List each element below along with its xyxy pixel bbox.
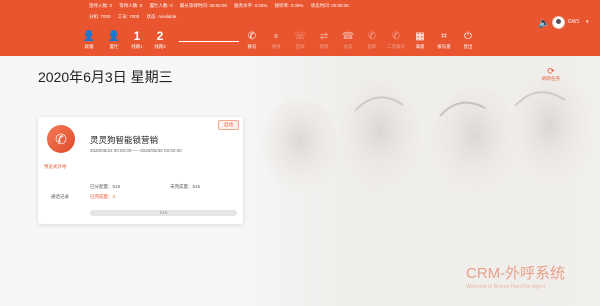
- agent-stats-row: 分机: 7000 工号: 7000 状态: Available: [89, 14, 182, 20]
- hangup-icon: ✆: [367, 31, 377, 42]
- campaign-card[interactable]: ✆ 预览式外呼 启动 灵灵狗智能锁营销 2020/05/22 00:00:00—…: [38, 117, 243, 224]
- user-busy-icon: 👤: [107, 31, 121, 42]
- campaign-type-label: 预览式外呼: [44, 164, 67, 169]
- page-title: 2020年6月3日 星期三: [38, 69, 173, 85]
- consult-icon: ☏: [293, 31, 307, 42]
- conference-icon: ☎: [341, 31, 355, 42]
- progress-bar: 515: [90, 210, 237, 216]
- stat-item: 服务水平: 0.00%: [234, 3, 268, 8]
- agent-id-stat: 工号: 7000: [117, 14, 140, 19]
- line-1-button[interactable]: 1 线路1: [126, 30, 148, 50]
- queue-stats-row: 签呼入数: 0 等待人数: 0 置忙人数: 0 最长等待时间: 00:00:00…: [89, 3, 355, 9]
- busy-button[interactable]: 👤 置忙: [103, 30, 125, 50]
- secondary-dial-icon: ✆: [391, 31, 401, 42]
- chevron-down-icon[interactable]: ▾: [586, 19, 589, 25]
- conference-button[interactable]: ☎ 会议: [337, 30, 359, 50]
- unfinished-count: 未完成量：515: [170, 184, 201, 189]
- line-2-button[interactable]: 2 线路2: [149, 30, 171, 50]
- assigned-count: 已分配量：519: [90, 184, 121, 189]
- call-log-link[interactable]: 通话记录: [51, 194, 69, 200]
- logout-button[interactable]: ⏻ 登出: [457, 30, 479, 50]
- consult-button[interactable]: ☏ 咨询: [289, 30, 311, 50]
- extension-stat: 分机: 7000: [89, 14, 111, 19]
- line-1-icon: 1: [133, 29, 141, 43]
- hold-icon: ⏸: [273, 31, 279, 42]
- stat-item: 签呼入数: 0: [89, 3, 113, 8]
- campaign-title: 灵灵狗智能锁营销: [90, 135, 159, 145]
- avatar[interactable]: [552, 16, 565, 29]
- logout-icon: ⏻: [464, 31, 472, 42]
- stat-item: 等待人数: 0: [119, 3, 143, 8]
- phone-icon: ✆: [247, 31, 257, 42]
- stat-item: 置忙人数: 0: [149, 3, 173, 8]
- refresh-icon: ⟳: [547, 66, 555, 76]
- survey-icon: ▦: [415, 31, 425, 42]
- user-icon: 👤: [82, 31, 96, 42]
- volume-icon[interactable]: 🔈: [538, 18, 550, 29]
- brand-title: CRM-外呼系统: [466, 265, 566, 282]
- stat-item: 最长等待时间: 00:00:00: [179, 3, 227, 8]
- keypad-icon: ⌗: [441, 31, 447, 42]
- secondary-dial-button[interactable]: ✆ 二次拨号: [385, 30, 407, 50]
- keypad-button[interactable]: ⌗ 拨号盘: [433, 30, 455, 50]
- survey-button[interactable]: ▦ 满意: [409, 30, 431, 50]
- stat-item: 接听率: 0.00%: [274, 3, 304, 8]
- refresh-tasks-button[interactable]: ⟳ 刷新任务: [542, 66, 560, 82]
- dial-button[interactable]: ✆ 拨号: [241, 30, 263, 50]
- transfer-button[interactable]: ⇄ 转接: [313, 30, 335, 50]
- hangup-button[interactable]: ✆ 挂断: [361, 30, 383, 50]
- phone-icon: ✆: [47, 125, 75, 153]
- campaign-date-range: 2020/05/22 00:00:00——2020/06/30 00:00:00: [90, 148, 182, 153]
- ready-button[interactable]: 👤 就绪: [78, 30, 100, 50]
- status-badge[interactable]: 启动: [218, 120, 239, 130]
- stat-item: 状态时间: 00:00:36: [310, 3, 349, 8]
- agent-status-stat: 状态: Available: [146, 14, 177, 19]
- user-name[interactable]: GW1: [568, 19, 579, 25]
- progress-bar-label: 515: [159, 210, 168, 215]
- line-2-icon: 2: [156, 29, 164, 43]
- hold-button[interactable]: ⏸ 保持: [265, 30, 287, 50]
- brand-subtitle: Welcome to Bricom Plant For Agent: [466, 284, 546, 290]
- transfer-icon: ⇄: [319, 31, 329, 42]
- finished-count: 已完成量：4: [90, 194, 116, 199]
- top-header: 签呼入数: 0 等待人数: 0 置忙人数: 0 最长等待时间: 00:00:00…: [0, 0, 600, 56]
- dial-number-underline[interactable]: [179, 41, 239, 42]
